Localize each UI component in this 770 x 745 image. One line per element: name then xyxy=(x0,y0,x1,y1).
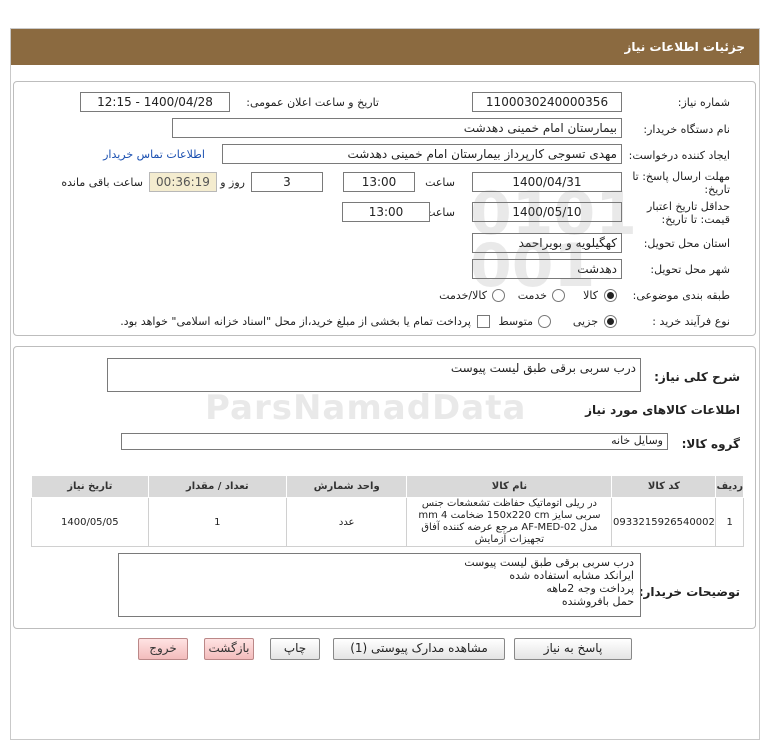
validity-date-field: 1400/05/10 xyxy=(472,202,622,222)
buyer-contact-link[interactable]: اطلاعات تماس خریدار xyxy=(103,148,205,161)
col-unit: واحد شمارش xyxy=(285,475,408,498)
col-date: تاریخ نیاز xyxy=(31,475,149,498)
category-service-radio[interactable] xyxy=(552,289,565,302)
goods-group-field: وسایل خانه xyxy=(121,433,668,450)
col-name: نام کالا xyxy=(406,475,613,498)
cell-code: 0933215926540002 xyxy=(611,497,717,547)
need-info-panel: شماره نیاز: 1100030240000356 تاریخ و ساع… xyxy=(13,81,756,336)
remaining-label: ساعت باقی مانده xyxy=(61,176,143,189)
process-medium-label: متوسط xyxy=(498,315,533,328)
requester-field: مهدی تسوجی کارپرداز بیمارستان امام خمینی… xyxy=(222,144,622,164)
category-goods-service-radio[interactable] xyxy=(492,289,505,302)
cell-qty: 1 xyxy=(147,497,287,547)
buyer-desc-line: حمل بافروشنده xyxy=(561,595,634,608)
province-field: کهگیلویه و بویراحمد xyxy=(472,233,622,253)
process-minor-radio[interactable] xyxy=(604,315,617,328)
col-row: ردیف xyxy=(715,475,744,498)
treasury-payment-checkbox[interactable] xyxy=(477,315,490,328)
buyer-desc-line: ایرانکد مشابه استفاده شده xyxy=(509,569,634,582)
process-minor-label: جزیی xyxy=(572,315,598,328)
page-header: جزئیات اطلاعات نیاز xyxy=(11,29,759,65)
col-qty: تعداد / مقدار xyxy=(147,475,287,498)
buyer-org-label: نام دستگاه خریدار: xyxy=(643,123,730,136)
cell-date: 1400/05/05 xyxy=(31,497,149,547)
summary-label: شرح کلی نیاز: xyxy=(654,370,740,384)
deadline-date-field: 1400/04/31 xyxy=(472,172,622,192)
need-number-field: 1100030240000356 xyxy=(472,92,622,112)
buyer-desc-line: پرداخت وجه 2ماهه xyxy=(546,582,634,595)
city-field: دهدشت xyxy=(472,259,622,279)
treasury-payment-note: پرداخت تمام یا بخشی از مبلغ خرید،از محل … xyxy=(120,315,471,328)
print-button[interactable]: چاپ xyxy=(270,638,320,660)
validity-time-field: 13:00 xyxy=(342,202,430,222)
announce-field: 1400/04/28 - 12:15 xyxy=(80,92,230,112)
requester-label: ایجاد کننده درخواست: xyxy=(628,149,730,162)
deadline-time-label: ساعت xyxy=(425,176,455,189)
category-label: طبقه بندی موضوعی: xyxy=(632,289,730,302)
col-code: کد کالا xyxy=(611,475,717,498)
category-service-label: خدمت xyxy=(517,289,547,302)
process-medium-radio[interactable] xyxy=(538,315,551,328)
category-goods-service-label: کالا/خدمت xyxy=(439,289,487,302)
need-details-panel: شرح کلی نیاز: درب سربی برقی طبق لیست پیو… xyxy=(13,346,756,629)
cell-row: 1 xyxy=(715,497,744,547)
remaining-time-field: 00:36:19 xyxy=(149,172,217,192)
goods-table: ردیف کد کالا نام کالا واحد شمارش تعداد /… xyxy=(31,475,744,547)
buyer-desc-label: توضیحات خریدار: xyxy=(638,585,740,599)
back-button[interactable]: بازگشت xyxy=(204,638,254,660)
validity-label-1: حداقل تاریخ اعتبار xyxy=(646,200,730,213)
exit-button[interactable]: خروج xyxy=(138,638,188,660)
announce-label: تاریخ و ساعت اعلان عمومی: xyxy=(246,96,379,109)
buyer-desc-field[interactable]: درب سربی برقی طبق لیست پیوست ایرانکد مشا… xyxy=(118,553,641,617)
category-goods-radio[interactable] xyxy=(604,289,617,302)
days-field: 3 xyxy=(251,172,323,192)
goods-info-title: اطلاعات کالاهای مورد نیاز xyxy=(585,403,740,417)
need-number-label: شماره نیاز: xyxy=(677,96,730,109)
province-label: استان محل تحویل: xyxy=(643,237,730,250)
deadline-time-field: 13:00 xyxy=(343,172,415,192)
summary-field: درب سربی برقی طبق لیست پیوست xyxy=(107,358,641,392)
deadline-label-2: تاریخ: xyxy=(704,183,730,196)
category-goods-label: کالا xyxy=(583,289,598,302)
goods-group-label: گروه کالا: xyxy=(681,437,740,451)
view-attachments-button[interactable]: مشاهده مدارک پیوستی (1) xyxy=(333,638,505,660)
validity-label-2: قیمت: تا تاریخ: xyxy=(661,213,730,226)
city-label: شهر محل تحویل: xyxy=(650,263,730,276)
buyer-desc-line: درب سربی برقی طبق لیست پیوست xyxy=(464,556,634,569)
cell-unit: عدد xyxy=(285,497,408,547)
reply-button[interactable]: پاسخ به نیاز xyxy=(514,638,632,660)
days-label: روز و xyxy=(220,176,245,189)
deadline-label-1: مهلت ارسال پاسخ: تا xyxy=(632,170,730,183)
process-type-label: نوع فرآیند خرید : xyxy=(652,315,730,328)
cell-name: در ریلی اتوماتیک حفاظت تشعشعات جنس سربی … xyxy=(406,497,613,547)
goods-table-header: ردیف کد کالا نام کالا واحد شمارش تعداد /… xyxy=(31,475,744,498)
buyer-org-field: بیمارستان امام خمینی دهدشت xyxy=(172,118,622,138)
page-title: جزئیات اطلاعات نیاز xyxy=(624,40,745,54)
table-row: 1 0933215926540002 در ریلی اتوماتیک حفاظ… xyxy=(31,497,744,547)
